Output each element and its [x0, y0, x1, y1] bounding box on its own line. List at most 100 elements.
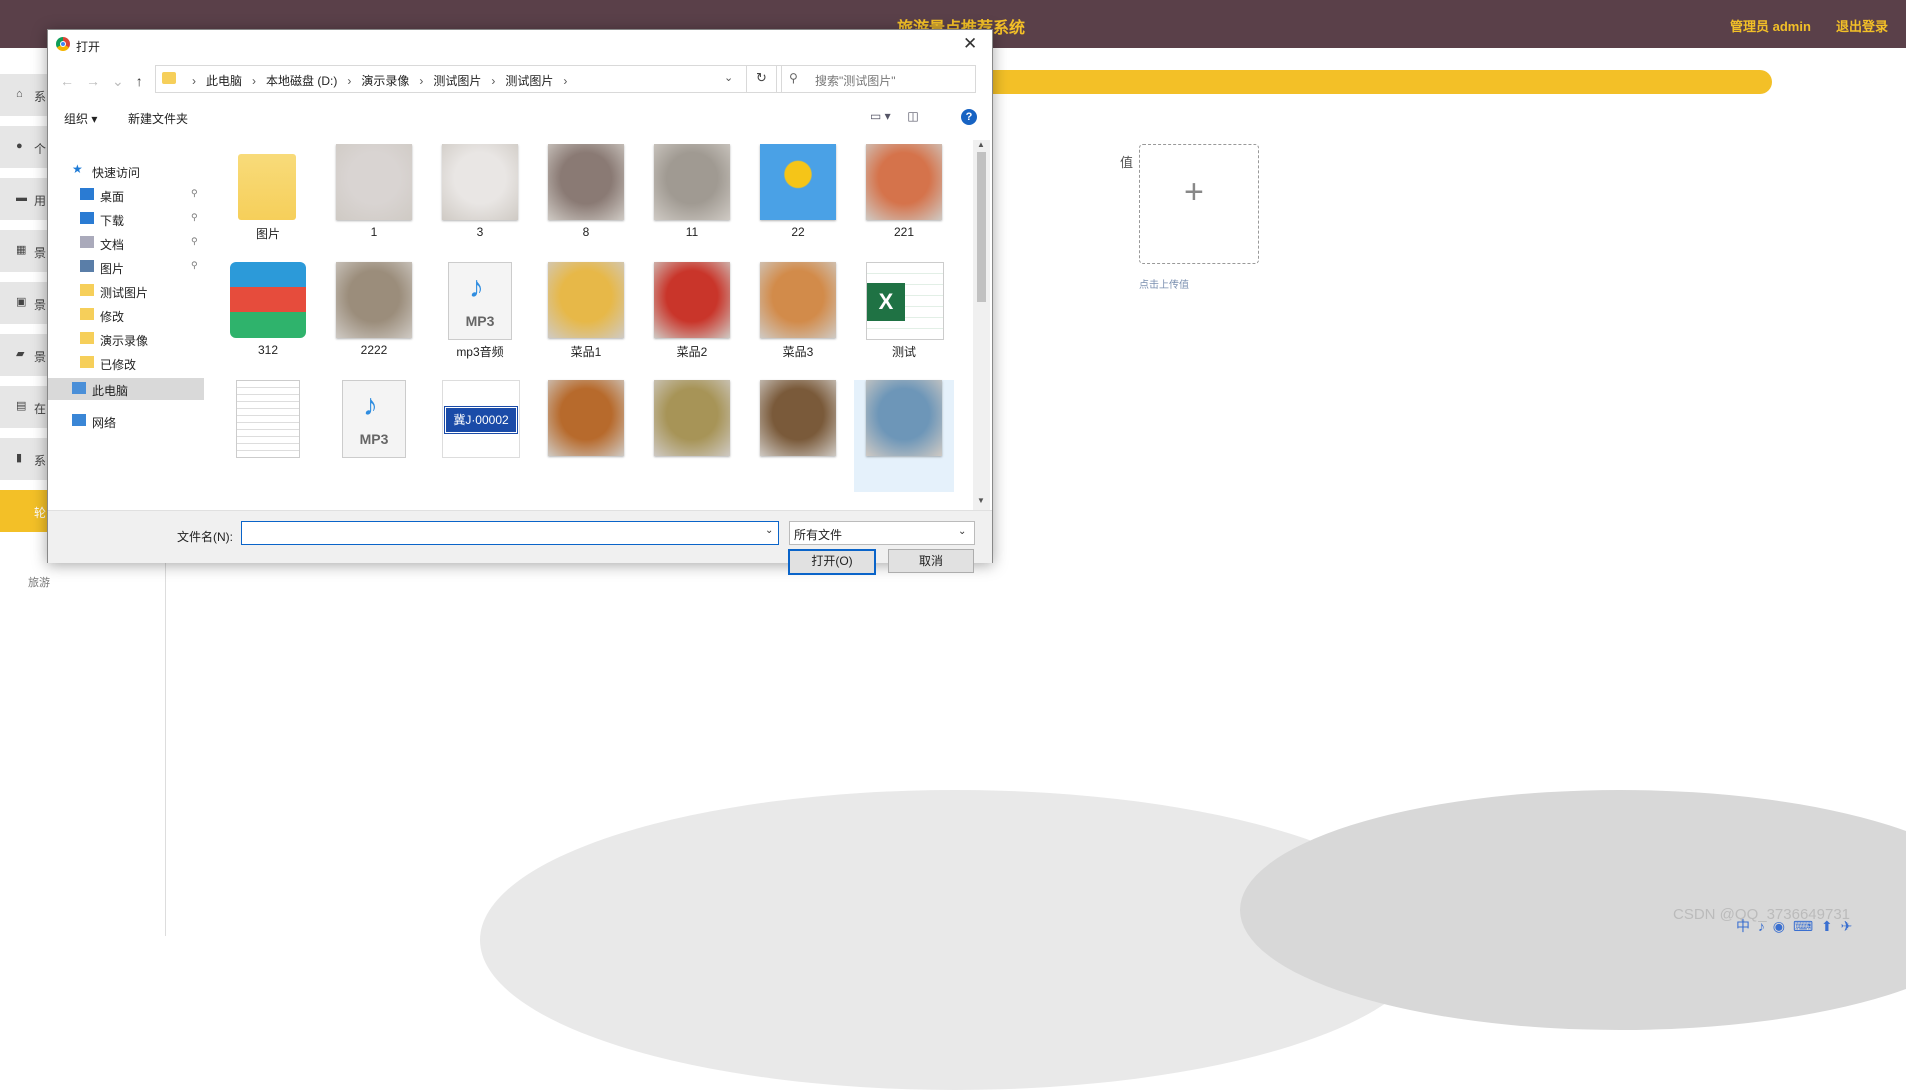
chevron-right-icon[interactable]: › — [347, 74, 351, 88]
scrollbar[interactable]: ▲ ▼ — [973, 140, 990, 510]
dialog-titlebar: 打开 ✕ — [48, 30, 992, 60]
clipboard-icon: ▤ — [16, 400, 27, 412]
scroll-up-icon[interactable]: ▲ — [977, 140, 985, 149]
breadcrumb-item[interactable]: 本地磁盘 (D:) — [266, 74, 337, 88]
excel-icon: X — [867, 283, 905, 321]
file-item[interactable] — [218, 380, 318, 492]
breadcrumb-item[interactable]: 此电脑 — [206, 74, 242, 88]
dialog-footer: 文件名(N): ⌄ 所有文件 ⌄ 打开(O) 取消 — [48, 510, 992, 575]
address-bar[interactable]: › 此电脑 › 本地磁盘 (D:) › 演示录像 › 测试图片 › 测试图片 › ⌄ ↻ — [155, 65, 782, 93]
nav-item[interactable]: 已修改 — [48, 352, 204, 374]
bag-icon: ▣ — [16, 296, 27, 308]
image-thumbnail — [548, 144, 624, 220]
nav-item[interactable]: ★ 快速访问 — [48, 160, 204, 182]
help-icon[interactable]: ? — [961, 109, 977, 125]
file-item[interactable] — [748, 380, 848, 492]
view-options[interactable]: ▭ ▾ ◫ — [870, 109, 919, 123]
file-item[interactable]: 1 — [324, 144, 424, 256]
folder-icon — [80, 332, 94, 344]
image-thumbnail — [442, 144, 518, 220]
cancel-button[interactable]: 取消 — [888, 549, 974, 573]
file-item[interactable] — [536, 380, 636, 492]
file-name: 1 — [370, 225, 378, 239]
scroll-thumb[interactable] — [977, 152, 986, 302]
chevron-right-icon[interactable]: › — [192, 74, 196, 88]
search-icon: ⚲ — [789, 71, 798, 85]
file-item[interactable]: 3 — [430, 144, 530, 256]
file-item[interactable]: 菜品1 — [536, 262, 636, 374]
nav-item[interactable]: 修改 — [48, 304, 204, 326]
file-name: 菜品3 — [782, 345, 814, 359]
filetype-select[interactable]: 所有文件 ⌄ — [789, 521, 975, 545]
breadcrumb-item[interactable]: 测试图片 — [433, 74, 481, 88]
file-item[interactable]: 8 — [536, 144, 636, 256]
organize-button[interactable]: 组织 ▾ — [64, 110, 97, 127]
chevron-down-icon[interactable]: ⌄ — [724, 71, 733, 84]
chevron-right-icon[interactable]: › — [252, 74, 256, 88]
file-open-dialog: 打开 ✕ ← → ⌄ ↑ › 此电脑 › 本地磁盘 (D:) › 演示录像 › 测试图片 › 测试图片 ›… — [47, 29, 993, 575]
upload-button[interactable]: + — [1139, 144, 1259, 264]
file-item[interactable]: ♪ MP3 — [324, 380, 424, 492]
folder-icon — [80, 356, 94, 368]
nav-item[interactable]: 图片 ⚲ — [48, 256, 204, 278]
up-arrow-icon[interactable]: ↑ — [136, 73, 143, 89]
file-item[interactable]: 冀J·00002 — [430, 380, 530, 492]
breadcrumb-item[interactable]: 测试图片 — [505, 74, 553, 88]
chevron-down-icon[interactable]: ⌄ — [765, 525, 773, 536]
forward-arrow-icon[interactable]: → — [86, 73, 100, 89]
image-thumbnail — [548, 380, 624, 456]
archive-icon — [230, 262, 306, 338]
file-name: 图片 — [255, 227, 280, 241]
close-button[interactable]: ✕ — [963, 34, 977, 54]
document-icon — [80, 236, 94, 248]
user-icon: ● — [16, 140, 23, 152]
file-item[interactable]: 22 — [748, 144, 848, 256]
nav-item[interactable]: 演示录像 — [48, 328, 204, 350]
breadcrumb-item[interactable]: 演示录像 — [361, 74, 409, 88]
preview-pane-icon[interactable]: ◫ — [907, 109, 918, 123]
scroll-down-icon[interactable]: ▼ — [977, 496, 985, 505]
nav-item[interactable]: 网络 — [48, 410, 204, 432]
dialog-title: 打开 — [76, 40, 101, 54]
view-icon[interactable]: ▭ ▾ — [870, 109, 891, 123]
nav-item[interactable]: 文档 ⚲ — [48, 232, 204, 254]
chevron-right-icon[interactable]: › — [491, 74, 495, 88]
back-arrow-icon[interactable]: ← — [60, 73, 74, 89]
nav-item[interactable]: 下载 ⚲ — [48, 208, 204, 230]
nav-item[interactable]: 测试图片 — [48, 280, 204, 302]
file-item[interactable]: 221 — [854, 144, 954, 256]
nav-item-label: 演示录像 — [100, 334, 149, 348]
nav-item[interactable]: 此电脑 — [48, 378, 204, 400]
file-name: 3 — [476, 225, 484, 239]
nav-item[interactable]: 桌面 ⚲ — [48, 184, 204, 206]
refresh-icon[interactable]: ↻ — [756, 70, 767, 86]
logout-link[interactable]: 退出登录 — [1836, 16, 1888, 35]
search-box[interactable]: ⚲ 搜索"测试图片" — [776, 65, 976, 93]
chevron-right-icon[interactable]: › — [419, 74, 423, 88]
new-folder-button[interactable]: 新建文件夹 — [128, 110, 188, 127]
file-item[interactable]: 312 — [218, 262, 318, 374]
file-item[interactable]: X 测试 — [854, 262, 954, 374]
file-name: 2222 — [360, 343, 388, 357]
file-name: 测试 — [891, 345, 916, 359]
excel-file-icon: X — [866, 262, 944, 340]
open-button[interactable]: 打开(O) — [788, 549, 876, 575]
folder-icon — [80, 284, 94, 296]
file-item[interactable]: 图片 — [218, 144, 318, 256]
file-item[interactable]: 2222 — [324, 262, 424, 374]
file-item[interactable]: 菜品3 — [748, 262, 848, 374]
file-item[interactable] — [642, 380, 742, 492]
file-item[interactable] — [854, 380, 954, 492]
system-tray: 中 ♪ ◉ ⌨ ⬆ ✈ — [1736, 918, 1855, 934]
desktop-icon — [80, 188, 94, 200]
sidebar-item-label: 在 — [34, 402, 47, 416]
current-user: 管理员 admin — [1730, 19, 1811, 34]
file-item[interactable]: 11 — [642, 144, 742, 256]
chevron-right-icon[interactable]: › — [563, 74, 567, 88]
filename-input[interactable]: ⌄ — [241, 521, 779, 545]
file-item[interactable]: 菜品2 — [642, 262, 742, 374]
divider — [746, 66, 747, 92]
chart-icon: ▮ — [16, 452, 23, 464]
recent-chevron-icon[interactable]: ⌄ — [112, 73, 124, 89]
file-item[interactable]: ♪ MP3 mp3音频 — [430, 262, 530, 374]
